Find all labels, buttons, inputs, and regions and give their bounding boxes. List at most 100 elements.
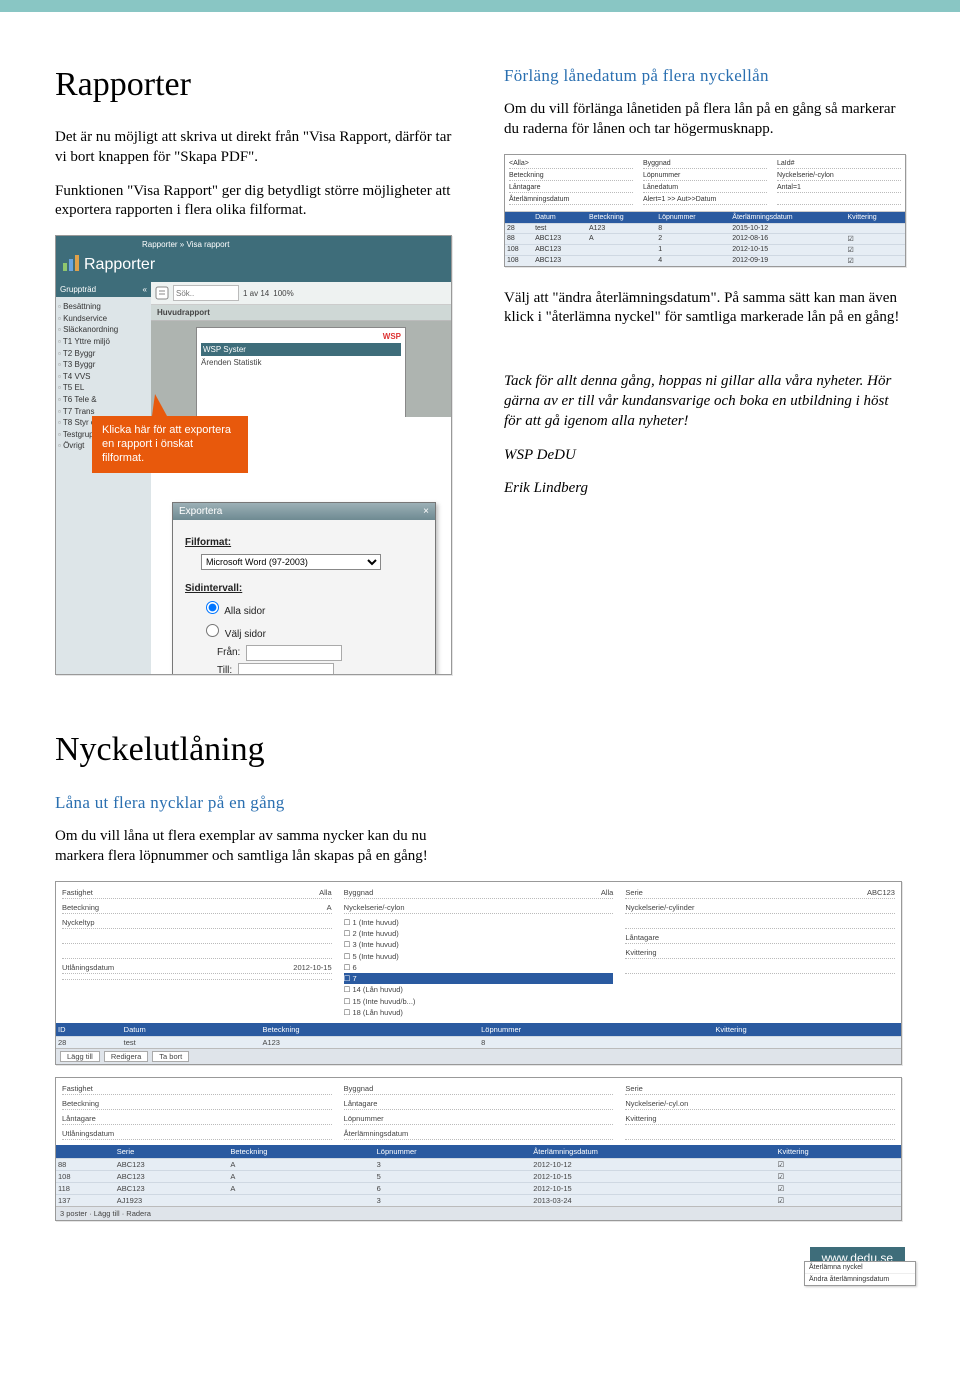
lopnummer-checkbox[interactable]: 7 — [344, 973, 614, 984]
sidebar-collapse-icon[interactable]: « — [143, 285, 147, 294]
lopnummer-checkbox[interactable]: 15 (Inte huvud/b...) — [344, 996, 614, 1007]
radio-valj-sidor[interactable] — [206, 624, 219, 637]
filter-cell[interactable]: Fastighet — [62, 1083, 332, 1095]
form-filter-cell[interactable] — [62, 977, 332, 980]
tree-item[interactable]: T4 VVS — [58, 371, 149, 383]
form-filter-cell[interactable]: Kvittering — [625, 947, 895, 959]
filter-cell[interactable] — [777, 195, 901, 205]
lopnummer-checkbox[interactable]: 2 (Inte huvud) — [344, 928, 614, 939]
col-header: Datum — [533, 212, 587, 224]
table-row[interactable]: 118ABC123A62012-10-15☑ — [56, 1183, 901, 1195]
export-icon[interactable] — [155, 286, 169, 300]
filter-cell[interactable]: Antal=1 — [777, 183, 901, 193]
lopnummer-checkbox[interactable]: 1 (Inte huvud) — [344, 917, 614, 928]
filter-cell[interactable]: Nyckelserie/-cyl.on — [625, 1098, 895, 1110]
filter-cell[interactable]: Lånedatum — [643, 183, 767, 193]
tree-item[interactable]: Släckanordning — [58, 324, 149, 336]
form-filter-cell[interactable]: SerieABC123 — [625, 887, 895, 899]
form-filter-cell[interactable]: Nyckelserie/-cylon — [344, 902, 614, 914]
col-header: Kvittering — [713, 1023, 901, 1037]
report-doc-preview: WSP WSP Syster Ärenden Statistik — [196, 327, 406, 417]
col-header: Kvittering — [846, 212, 906, 224]
table-row[interactable]: 137AJ192332013-03-24☑ — [56, 1195, 901, 1207]
radio-alla-label: Alla sidor — [224, 606, 265, 617]
table-row[interactable]: 28testA1238 — [56, 1037, 901, 1049]
ctx-andra-datum[interactable]: Ändra återlämningsdatum — [805, 1274, 915, 1285]
table-row[interactable]: 88ABC123A22012-08-16☑ — [505, 233, 905, 244]
tree-item[interactable]: T1 Yttre miljö — [58, 336, 149, 348]
heading-lana: Låna ut flera nycklar på en gång — [55, 793, 905, 813]
tree-item[interactable]: Kundservice — [58, 313, 149, 325]
filter-cell[interactable]: Löpnummer — [643, 171, 767, 181]
tree-item[interactable]: T6 Tele & — [58, 394, 149, 406]
filter-cell[interactable]: Byggnad — [344, 1083, 614, 1095]
filter-cell[interactable]: Byggnad — [643, 159, 767, 169]
forlang-filter-grid: <Alla> Byggnad LaId# Beteckning Löpnummer Nyc… — [505, 155, 905, 212]
filter-cell[interactable]: Beteckning — [509, 171, 633, 181]
col-header: Löpnummer — [479, 1023, 713, 1037]
form-filter-cell[interactable]: BeteckningA — [62, 902, 332, 914]
filter-cell[interactable]: Låntagare — [62, 1113, 332, 1125]
form-filter-cell[interactable]: Utlåningsdatum2012-10-15 — [62, 962, 332, 974]
form-filter-cell[interactable] — [62, 947, 332, 959]
select-filformat[interactable]: Microsoft Word (97-2003) — [201, 554, 381, 570]
lopnummer-checkbox[interactable]: 6 — [344, 962, 614, 973]
right-column: Förläng lånedatum på flera nyckellån Om … — [504, 52, 905, 675]
filter-cell[interactable]: Återlämningsdatum — [509, 195, 633, 205]
lopnummer-checkbox[interactable]: 5 (Inte huvud) — [344, 951, 614, 962]
col-header: Beteckning — [228, 1145, 374, 1159]
filter-cell[interactable]: Beteckning — [62, 1098, 332, 1110]
filter-cell[interactable]: Alert=1 >> Aut>>Datum — [643, 195, 767, 205]
filter-cell[interactable]: Återlämningsdatum — [344, 1128, 614, 1140]
footer-button[interactable]: Redigera — [104, 1051, 148, 1062]
filter-cell[interactable]: Låntagare — [344, 1098, 614, 1110]
pager-text: 1 av 14 — [243, 289, 269, 298]
form-filter-cell[interactable] — [62, 932, 332, 944]
col-header — [505, 212, 533, 224]
form-filter-cell[interactable]: Nyckelserie/-cylinder — [625, 902, 895, 914]
input-from[interactable] — [246, 645, 342, 661]
form-filter-cell[interactable]: ByggnadAlla — [344, 887, 614, 899]
form-filter-cell[interactable]: FastighetAlla — [62, 887, 332, 899]
form-filter-cell[interactable]: Låntagare — [625, 932, 895, 944]
page-top-stripe — [0, 0, 960, 12]
tree-item[interactable]: T2 Byggr — [58, 348, 149, 360]
tree-item[interactable]: T3 Byggr — [58, 359, 149, 371]
lopnummer-checkbox[interactable]: 14 (Lån huvud) — [344, 984, 614, 995]
radio-alla-sidor[interactable] — [206, 601, 219, 614]
table-row[interactable]: 28testA12382015-10-12 — [505, 223, 905, 233]
tree-item[interactable]: Besättning — [58, 301, 149, 313]
heading-rapporter: Rapporter — [55, 66, 456, 104]
lopnummer-checkbox[interactable]: 3 (Inte huvud) — [344, 939, 614, 950]
report-tab[interactable]: Huvudrapport — [151, 305, 451, 321]
form-filter-cell[interactable] — [625, 917, 895, 929]
export-dialog: Exportera × Filformat: Microsoft Word (9… — [172, 502, 436, 675]
tree-item[interactable]: T5 EL — [58, 382, 149, 394]
filter-cell[interactable]: Utlåningsdatum — [62, 1128, 332, 1140]
col-header: Löpnummer — [375, 1145, 532, 1159]
filter-cell[interactable]: Låntagare — [509, 183, 633, 193]
filter-cell[interactable]: Nyckelserie/-cylon — [777, 171, 901, 181]
input-till[interactable] — [238, 663, 334, 675]
table-row[interactable]: 108ABC123A52012-10-15☑ — [56, 1171, 901, 1183]
table-row[interactable]: 108ABC12312012-10-15☑ — [505, 244, 905, 255]
filter-cell[interactable]: LaId# — [777, 159, 901, 169]
report-search-input[interactable] — [173, 285, 239, 301]
footer-button[interactable]: Lägg till — [60, 1051, 100, 1062]
para-lana: Om du vill låna ut flera exemplar av sam… — [55, 827, 455, 867]
filter-cell[interactable] — [625, 1128, 895, 1140]
lopnummer-checkbox[interactable]: 18 (Lån huvud) — [344, 1007, 614, 1018]
table-row[interactable]: 88ABC123A32012-10-12☑ — [56, 1159, 901, 1171]
ctx-aterlamna-nyckel[interactable]: Återlämna nyckel — [805, 1262, 915, 1274]
form-filter-cell[interactable]: Nyckeltyp — [62, 917, 332, 929]
filter-cell[interactable]: Serie — [625, 1083, 895, 1095]
close-icon[interactable]: × — [423, 506, 429, 517]
table-row[interactable]: 108ABC12342012-09-19☑ — [505, 255, 905, 266]
footer-button[interactable]: Ta bort — [152, 1051, 189, 1062]
label-filformat: Filformat: — [185, 534, 423, 552]
filter-cell[interactable]: Kvittering — [625, 1113, 895, 1125]
filter-cell[interactable]: <Alla> — [509, 159, 633, 169]
filter-cell[interactable]: Löpnummer — [344, 1113, 614, 1125]
form-filter-cell[interactable] — [625, 962, 895, 974]
col-header: Återlämningsdatum — [531, 1145, 775, 1159]
